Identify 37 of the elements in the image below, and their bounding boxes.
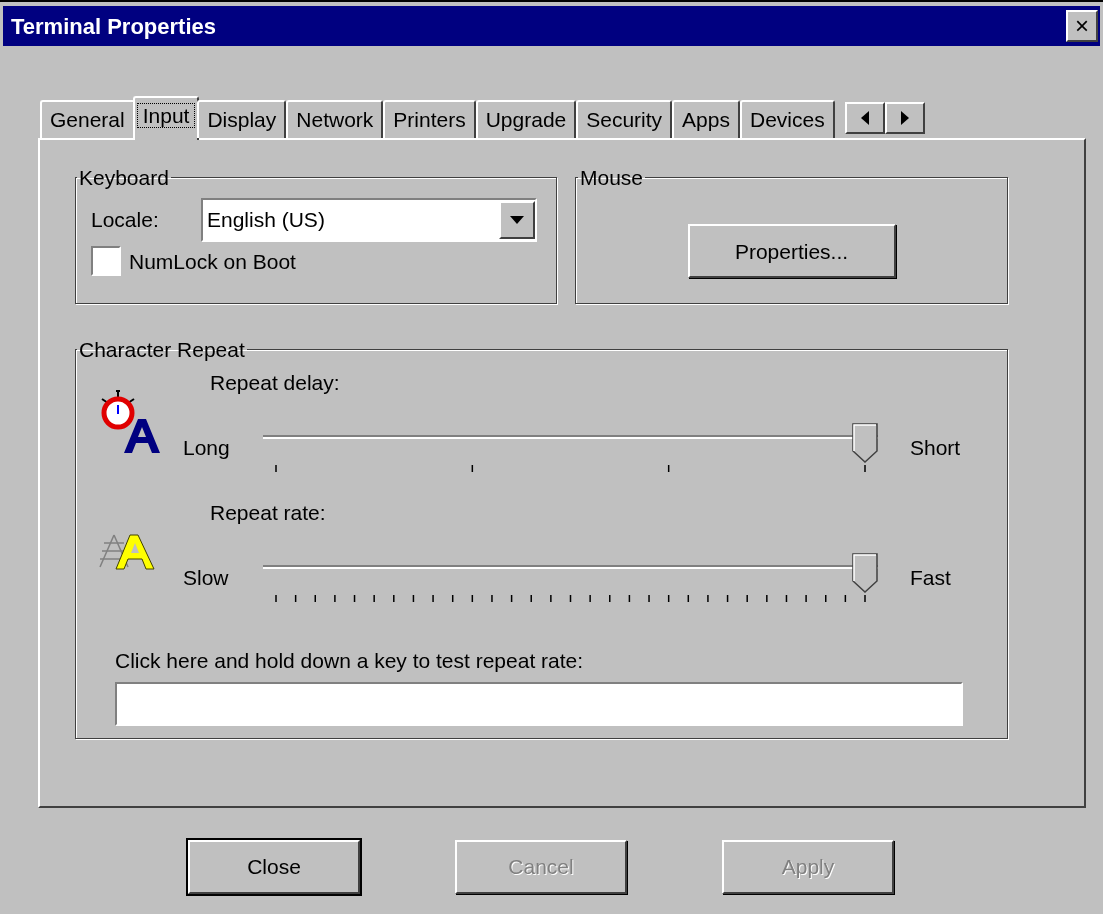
tab[interactable]: Input — [132, 96, 200, 140]
checkbox-label: NumLock on Boot — [129, 248, 296, 275]
tab-scroll-left-button[interactable] — [844, 102, 885, 134]
group-title: Mouse — [579, 165, 645, 191]
close-button[interactable]: × — [1066, 10, 1098, 42]
checkbox[interactable] — [91, 246, 121, 277]
slider-min-label: Slow — [183, 564, 230, 591]
slider-label: Repeat rate: — [210, 499, 327, 526]
window-title: Terminal Properties — [11, 12, 216, 41]
test-input-field[interactable] — [115, 682, 963, 726]
slider-label: Repeat delay: — [210, 369, 341, 396]
right-arrow-icon — [900, 111, 909, 125]
slider-min-label: Long — [183, 434, 231, 461]
slider-track[interactable] — [263, 552, 878, 603]
slider-thumb[interactable] — [852, 422, 878, 463]
slider-max-label: Fast — [910, 564, 951, 591]
tab[interactable]: Display — [197, 100, 287, 138]
slider-max-label: Short — [910, 434, 961, 461]
tab[interactable]: Network — [286, 100, 384, 138]
left-arrow-icon — [860, 111, 869, 125]
tab[interactable]: Security — [576, 100, 673, 138]
properties-button[interactable]: Properties... — [687, 224, 896, 279]
locale-dropdown[interactable]: English (US) — [201, 197, 537, 242]
group-title: Keyboard — [78, 165, 170, 191]
tab[interactable]: Printers — [383, 100, 476, 138]
dialog-button[interactable]: Close — [188, 840, 360, 894]
dropdown-arrow-icon — [510, 215, 524, 224]
group-title: Character Repeat — [78, 337, 246, 363]
slider-track[interactable] — [263, 422, 878, 473]
tab-scroll-right-button[interactable] — [884, 102, 925, 134]
locale-label: Locale: — [91, 206, 160, 233]
tab[interactable]: Apps — [672, 100, 740, 138]
slider-thumb[interactable] — [852, 552, 878, 593]
tab[interactable]: General — [40, 100, 135, 138]
tab[interactable]: Devices — [740, 100, 835, 138]
test-label: Click here and hold down a key to test repeat rate: — [115, 647, 585, 674]
tab[interactable]: Upgrade — [475, 100, 577, 138]
